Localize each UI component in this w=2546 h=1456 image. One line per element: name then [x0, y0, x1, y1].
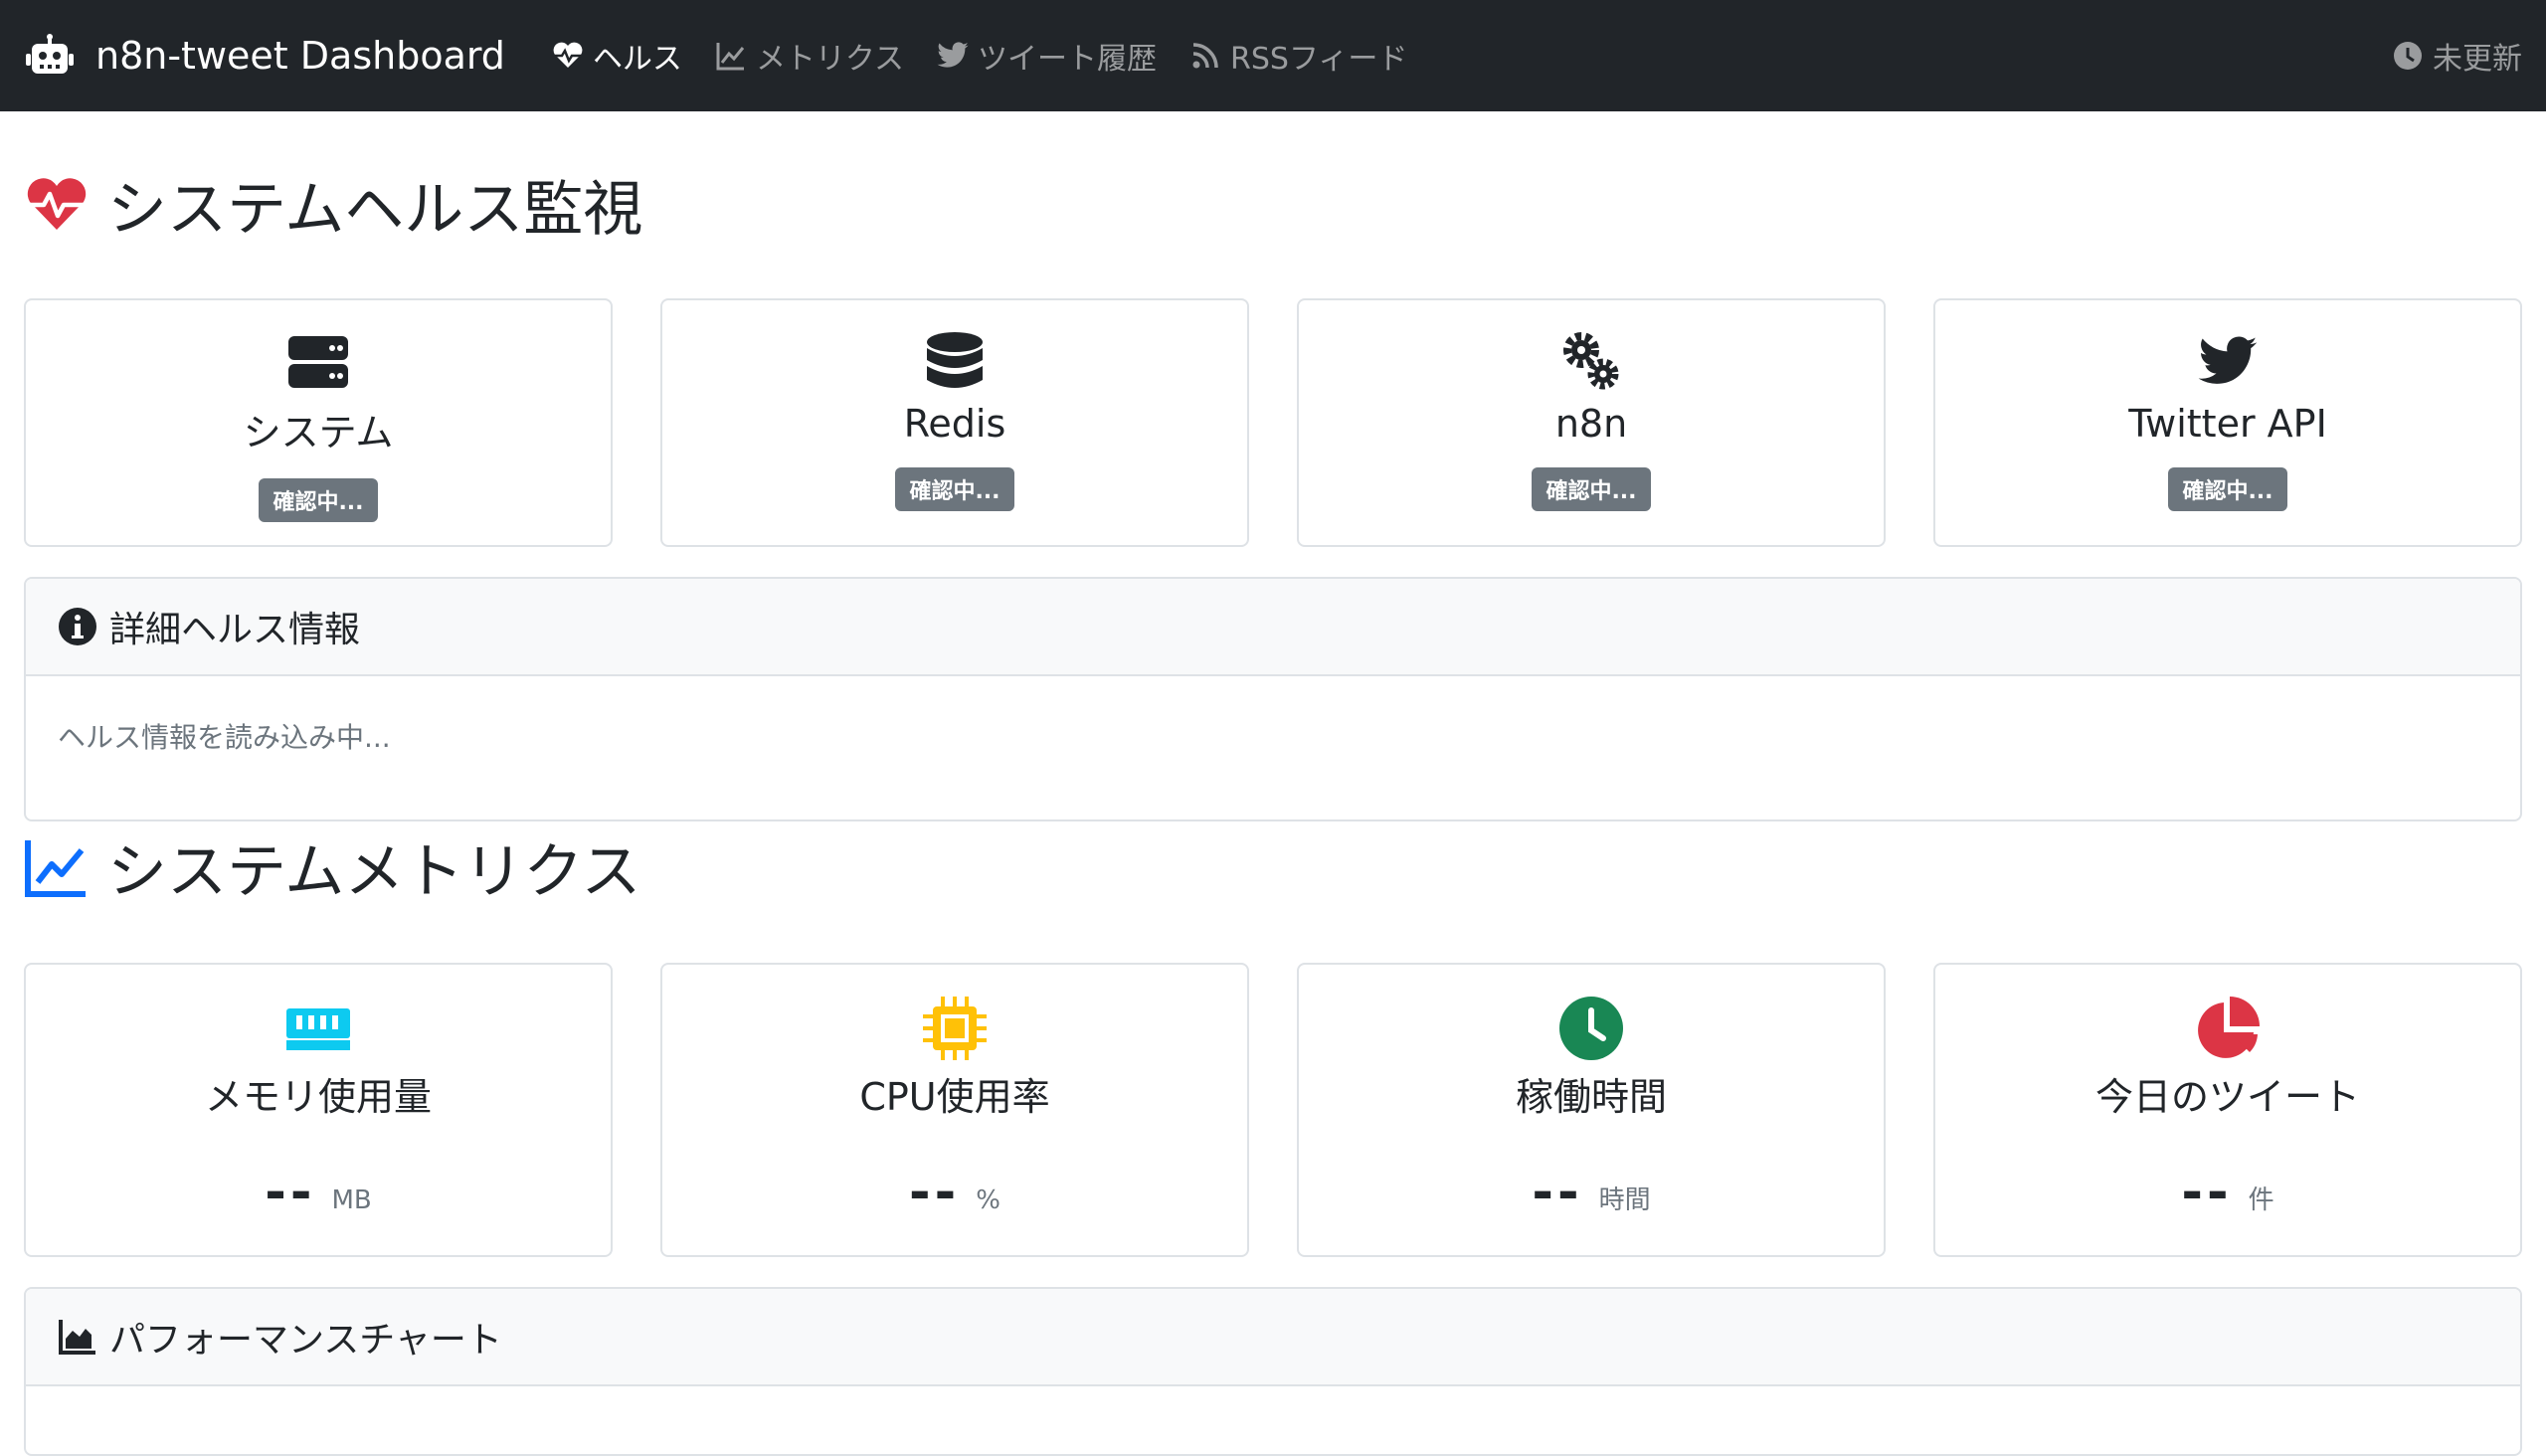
brand[interactable]: n8n-tweet Dashboard — [24, 34, 505, 78]
performance-chart-panel: パフォーマンスチャート — [24, 1287, 2522, 1456]
metric-card-uptime: 稼働時間 -- 時間 — [1297, 963, 1886, 1257]
metric-unit: MB — [331, 1185, 372, 1215]
metric-number: -- — [2181, 1163, 2233, 1222]
card-title: Twitter API — [2128, 402, 2327, 446]
microchip-icon — [923, 997, 987, 1060]
status-card-system: システム 確認中... — [24, 298, 613, 547]
status-badge: 確認中... — [895, 467, 1014, 511]
metrics-title-text: システムメトリクス — [107, 837, 641, 907]
twitter-icon — [2198, 336, 2258, 384]
nav-link-metrics[interactable]: メトリクス — [714, 34, 904, 78]
card-title: Redis — [903, 402, 1006, 446]
status-card-n8n: n8n 確認中... — [1297, 298, 1886, 547]
metric-cards: メモリ使用量 -- MB CPU使用率 -- % 稼働時間 -- 時間 今日のツ… — [24, 963, 2522, 1257]
health-detail-panel: 詳細ヘルス情報 ヘルス情報を読み込み中... — [24, 577, 2522, 821]
database-icon — [927, 332, 983, 388]
metrics-section-title: システムメトリクス — [24, 823, 640, 910]
metric-number: -- — [1532, 1163, 1583, 1222]
chart-line-icon — [25, 839, 86, 897]
clock-icon — [1559, 997, 1623, 1060]
metric-card-tweets-today: 今日のツイート -- 件 — [1933, 963, 2522, 1257]
memory-icon — [286, 1008, 350, 1050]
nav-links: ヘルス メトリクス ツイート履歴 RSSフィード — [551, 34, 1407, 78]
card-title: CPU使用率 — [859, 1075, 1050, 1119]
clock-icon — [2394, 42, 2422, 70]
panel-header: パフォーマンスチャート — [26, 1289, 2520, 1386]
health-section-title: システムヘルス監視 — [24, 161, 642, 248]
status-card-redis: Redis 確認中... — [660, 298, 1249, 547]
panel-header: 詳細ヘルス情報 — [26, 579, 2520, 676]
chart-line-icon — [716, 43, 745, 71]
status-badge: 確認中... — [2168, 467, 2287, 511]
panel-title: 詳細ヘルス情報 — [109, 610, 361, 650]
card-title: 稼働時間 — [1515, 1075, 1667, 1119]
cogs-icon — [1563, 332, 1619, 390]
nav-link-label: メトリクス — [755, 42, 905, 77]
status-badge: 確認中... — [1532, 467, 1651, 511]
metric-card-memory: メモリ使用量 -- MB — [24, 963, 613, 1257]
metric-number: -- — [265, 1163, 316, 1222]
metric-number: -- — [909, 1163, 961, 1222]
heartbeat-icon — [553, 42, 583, 68]
panel-body: ヘルス情報を読み込み中... — [58, 721, 391, 754]
navbar: n8n-tweet Dashboard ヘルス メトリクス ツイート履歴 RSS… — [0, 0, 2546, 111]
card-title: n8n — [1554, 402, 1628, 446]
last-updated-text: 未更新 — [2433, 42, 2522, 77]
nav-link-label: ヘルス — [592, 42, 682, 77]
status-card-twitter-api: Twitter API 確認中... — [1933, 298, 2522, 547]
health-cards: システム 確認中... Redis 確認中... n8n 確認中... Twit… — [24, 298, 2522, 547]
nav-link-label: ツイート履歴 — [978, 42, 1158, 77]
metric-unit: 時間 — [1598, 1185, 1651, 1215]
metric-unit: % — [976, 1185, 1000, 1215]
metric-unit: 件 — [2248, 1185, 2274, 1215]
brand-text: n8n-tweet Dashboard — [95, 34, 505, 78]
card-title: システム — [243, 411, 394, 455]
card-title: 今日のツイート — [2094, 1075, 2360, 1119]
metric-value: -- MB — [265, 1167, 371, 1218]
status-badge: 確認中... — [259, 478, 378, 522]
robot-icon — [26, 34, 74, 74]
metric-value: -- % — [909, 1167, 1000, 1218]
nav-link-rss[interactable]: RSSフィード — [1188, 34, 1407, 78]
info-circle-icon — [59, 608, 96, 645]
last-updated: 未更新 — [2391, 34, 2522, 78]
nav-link-label: RSSフィード — [1230, 42, 1408, 77]
metric-value: -- 時間 — [1532, 1167, 1650, 1218]
server-icon — [288, 336, 348, 388]
pie-chart-icon — [2198, 997, 2260, 1058]
chart-area-icon — [59, 1320, 95, 1355]
metric-value: -- 件 — [2181, 1167, 2273, 1218]
nav-link-tweets[interactable]: ツイート履歴 — [936, 34, 1157, 78]
heartbeat-icon — [27, 177, 87, 230]
panel-title: パフォーマンスチャート — [109, 1320, 502, 1361]
nav-link-health[interactable]: ヘルス — [551, 34, 682, 78]
metric-card-cpu: CPU使用率 -- % — [660, 963, 1249, 1257]
twitter-icon — [937, 42, 969, 68]
card-title: メモリ使用量 — [204, 1075, 432, 1119]
rss-icon — [1192, 43, 1218, 69]
health-title-text: システムヘルス監視 — [107, 175, 643, 245]
